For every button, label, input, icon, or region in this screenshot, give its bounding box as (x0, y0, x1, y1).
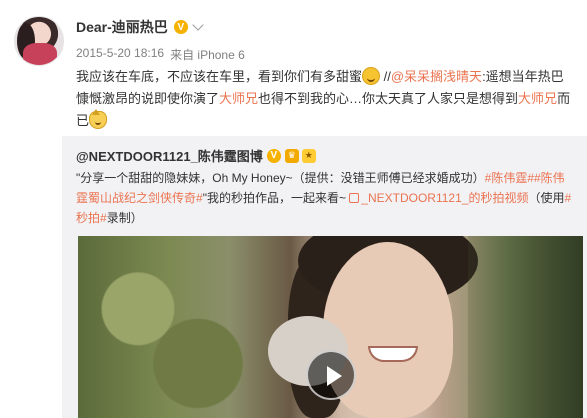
highlight-text: 大师兄 (219, 91, 259, 106)
smile-emoji-icon (362, 67, 381, 85)
repost-card: @NEXTDOOR1121_陈伟霆图博 V ♛ ★ "分享一个甜甜的隐妹妹，Oh… (62, 136, 587, 418)
verified-icon: V (266, 148, 281, 163)
text-segment: （使用 (528, 191, 565, 205)
repost-author-row: @NEXTDOOR1121_陈伟霆图博 V ♛ ★ (76, 146, 316, 165)
text-segment: 也得不到我的心…你太天真了人家只是想得到 (258, 91, 519, 106)
repost-text: "分享一个甜甜的隐妹妹，Oh My Honey~（提供：没错王师傅已经求婚成功）… (76, 168, 576, 228)
text-segment: 录制） (106, 211, 143, 225)
weibo-post: Dear-迪丽热巴 V 2015-5-20 18:16 来自 iPhone 6 … (0, 0, 587, 418)
video-thumbnail[interactable] (78, 236, 583, 418)
author-row: Dear-迪丽热巴 V (76, 16, 204, 38)
post-text: 我应该在车底，不应该在车里，看到你们有多甜蜜 //@呆呆搁浅晴天:遥想当年热巴慷… (76, 66, 576, 132)
text-segment: "分享一个甜甜的隐妹妹，Oh My Honey~（提供：没错王师傅已经求婚成功） (76, 171, 485, 185)
text-segment: // (380, 69, 391, 84)
link-icon (349, 193, 360, 203)
verified-icon: V (173, 20, 188, 34)
crown-icon[interactable]: ♛ (284, 148, 299, 163)
video-scene-foliage (78, 236, 278, 418)
play-icon[interactable] (306, 350, 356, 400)
post-meta: 2015-5-20 18:16 来自 iPhone 6 (76, 46, 245, 63)
post-timestamp[interactable]: 2015-5-20 18:16 (76, 46, 164, 63)
highlight-text: 大师兄 (518, 91, 558, 106)
cat-emoji-icon (89, 109, 108, 129)
avatar-shoulders (23, 43, 57, 65)
repost-author-name[interactable]: @NEXTDOOR1121_陈伟霆图博 (76, 146, 263, 165)
text-segment: "我的秒拍作品，一起来看~ (202, 191, 350, 205)
video-link[interactable]: _NEXTDOOR1121_的秒拍视频 (361, 191, 528, 205)
avatar[interactable] (14, 16, 64, 66)
mention-link[interactable]: @呆呆搁浅晴天 (391, 69, 482, 84)
chevron-down-icon[interactable] (192, 19, 204, 31)
hashtag-link[interactable]: #陈伟霆# (485, 171, 534, 185)
author-name[interactable]: Dear-迪丽热巴 (76, 17, 168, 37)
post-source: 来自 iPhone 6 (170, 48, 245, 62)
video-scene-shadow (468, 236, 583, 418)
text-segment: 我应该在车底，不应该在车里，看到你们有多甜蜜 (76, 69, 363, 84)
star-icon[interactable]: ★ (301, 148, 316, 163)
